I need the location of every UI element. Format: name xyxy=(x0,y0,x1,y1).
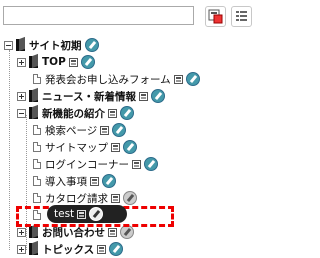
tree-node-page[interactable]: 発表会お申し込みフォーム xyxy=(33,70,203,88)
tree-node-label: 導入事項 xyxy=(45,175,87,188)
tree-node-topics[interactable]: トピックス xyxy=(17,240,126,258)
layout-icon xyxy=(77,209,87,219)
tree-node-features[interactable]: 新機能の紹介 xyxy=(17,104,137,122)
folder-icon xyxy=(29,107,38,119)
tree-node-label: 発表会お申し込みフォーム xyxy=(45,73,171,86)
tree-node-page[interactable]: ログインコーナー xyxy=(33,155,161,173)
collapse-icon[interactable] xyxy=(17,108,26,118)
edit-icon[interactable] xyxy=(109,242,124,256)
edit-icon[interactable] xyxy=(123,191,137,205)
edit-icon[interactable] xyxy=(80,55,95,69)
page-icon xyxy=(33,176,41,186)
tree-node-label: TOP xyxy=(42,56,66,68)
tree-node-top[interactable]: TOP xyxy=(17,53,98,71)
edit-icon[interactable] xyxy=(84,38,99,52)
layout-icon xyxy=(111,142,120,152)
tree-node-label: トピックス xyxy=(42,243,95,256)
tree-node-label: ニュース・新着情報 xyxy=(42,90,136,103)
search-input[interactable] xyxy=(3,6,194,25)
edit-icon[interactable] xyxy=(123,140,137,154)
site-folder-icon xyxy=(16,39,25,51)
tree-node-label: サイトマップ xyxy=(45,141,108,154)
edit-icon[interactable] xyxy=(185,72,200,86)
edit-icon xyxy=(89,207,104,221)
expand-icon[interactable] xyxy=(17,57,26,67)
toolbar xyxy=(0,0,255,30)
tree-node-label: 検索ページ xyxy=(45,124,98,137)
tree-node-label: カタログ請求 xyxy=(45,192,108,205)
layout-icon xyxy=(173,74,183,84)
folder-icon xyxy=(29,56,38,68)
tree-node-label: ログインコーナー xyxy=(45,158,129,171)
edit-icon[interactable] xyxy=(112,123,127,137)
layout-icon xyxy=(68,57,78,67)
dragged-item-label: test xyxy=(54,208,75,220)
layout-icon xyxy=(108,227,117,237)
page-icon xyxy=(33,193,41,203)
tree-guide-line xyxy=(9,50,10,250)
edit-icon[interactable] xyxy=(144,157,158,171)
layout-toggle-button[interactable] xyxy=(205,6,226,27)
page-icon xyxy=(33,125,41,135)
layout-icon xyxy=(97,244,107,254)
layout-icon xyxy=(90,176,99,186)
folder-icon xyxy=(29,226,38,238)
layout-icon xyxy=(108,108,117,118)
layout-icon xyxy=(111,193,120,203)
tree-node-root[interactable]: サイト初期 xyxy=(4,36,102,54)
dragged-page-item[interactable]: test xyxy=(47,205,127,223)
list-view-icon xyxy=(236,11,247,21)
layout-toggle-icon xyxy=(208,9,223,24)
edit-icon[interactable] xyxy=(150,89,165,103)
list-view-button[interactable] xyxy=(231,6,252,27)
folder-icon xyxy=(29,90,38,102)
expand-icon[interactable] xyxy=(17,91,26,101)
expand-icon[interactable] xyxy=(17,244,26,254)
edit-icon[interactable] xyxy=(102,174,116,188)
layout-icon xyxy=(100,125,110,135)
tree-node-news[interactable]: ニュース・新着情報 xyxy=(17,87,168,105)
edit-icon[interactable] xyxy=(120,225,134,239)
tree-node-label: 新機能の紹介 xyxy=(42,107,105,120)
edit-icon[interactable] xyxy=(120,106,134,120)
layout-icon xyxy=(132,159,141,169)
tree-node-label: サイト初期 xyxy=(29,39,82,52)
tree-node-page[interactable]: 導入事項 xyxy=(33,172,119,190)
layout-icon xyxy=(138,91,148,101)
tree-node-page[interactable]: サイトマップ xyxy=(33,138,140,156)
page-icon xyxy=(33,142,41,152)
folder-icon xyxy=(29,243,38,255)
expand-icon[interactable] xyxy=(17,227,26,237)
tree-node-page[interactable]: 検索ページ xyxy=(33,121,129,139)
page-icon xyxy=(33,74,41,84)
page-icon xyxy=(33,159,41,169)
collapse-icon[interactable] xyxy=(4,40,13,50)
